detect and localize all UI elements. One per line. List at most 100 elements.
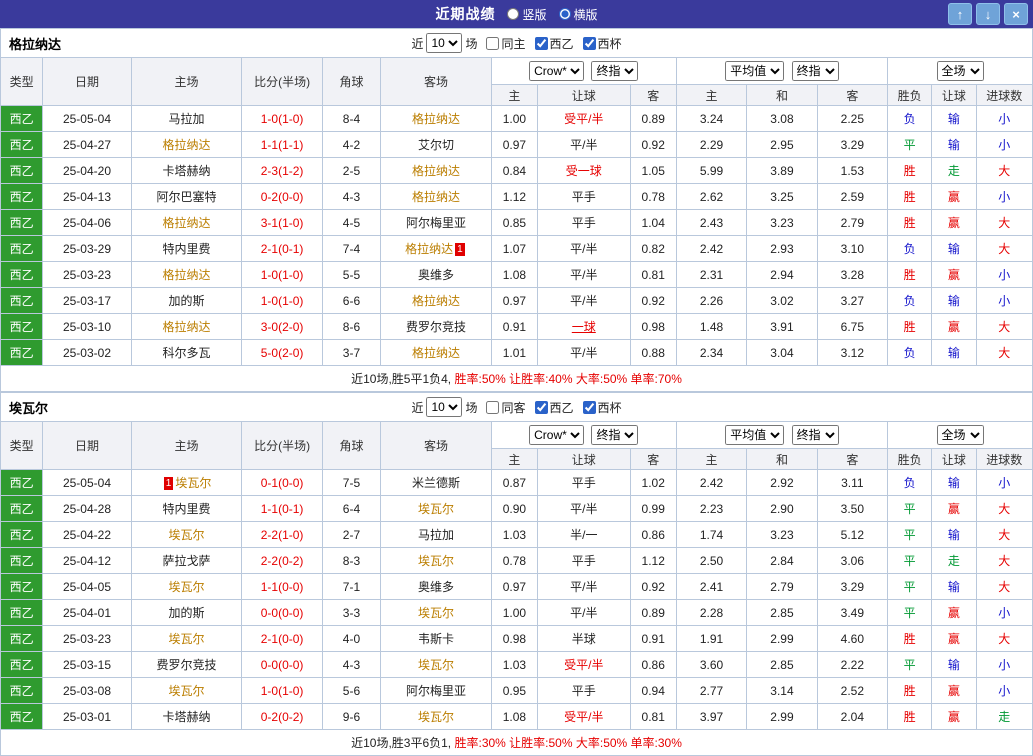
team-link[interactable]: 埃瓦尔 [418,710,454,724]
score-cell[interactable]: 1-0(1-0) [241,287,323,314]
score-cell[interactable]: 0-1(0-0) [241,469,323,496]
score-cell[interactable]: 5-0(2-0) [241,339,323,366]
score-cell[interactable]: 3-1(1-0) [241,209,323,236]
team-link[interactable]: 特内里费 [163,502,211,516]
team-link[interactable]: 埃瓦尔 [175,476,211,490]
team-link[interactable]: 埃瓦尔 [418,554,454,568]
team-link[interactable]: 格拉纳达 [163,216,211,230]
euro-time-select[interactable]: 终指 [791,61,839,81]
league-input[interactable] [534,400,548,414]
team-link[interactable]: 埃瓦尔 [169,528,205,542]
scope-select[interactable]: 全场 [936,425,984,445]
team-link[interactable]: 埃瓦尔 [169,632,205,646]
team-link[interactable]: 埃瓦尔 [169,684,205,698]
recent-count-select[interactable]: 10 [426,397,463,417]
cup-checkbox[interactable]: 西杯 [582,399,622,416]
team-link[interactable]: 格拉纳达 [163,138,211,152]
score-cell[interactable]: 1-0(1-0) [241,105,323,132]
euro-away-odds: 2.79 [816,209,889,236]
score-cell[interactable]: 2-1(0-0) [241,625,323,652]
layout-horizontal-option[interactable]: 横版 [558,6,598,23]
team-link[interactable]: 米兰德斯 [412,476,460,490]
home-team-cell: 加的斯 [130,599,243,626]
move-up-button[interactable]: ↑ [948,3,972,25]
team-link[interactable]: 特内里费 [163,242,211,256]
team-link[interactable]: 费罗尔竞技 [157,658,217,672]
team-link[interactable]: 卡塔赫纳 [163,164,211,178]
team-link[interactable]: 格拉纳达 [163,268,211,282]
team-link[interactable]: 格拉纳达 [412,294,460,308]
score-cell[interactable]: 2-1(0-1) [241,235,323,262]
corner-cell: 2-7 [321,521,382,548]
team-link[interactable]: 埃瓦尔 [418,606,454,620]
cup-input[interactable] [582,400,596,414]
euro-home-odds: 3.24 [675,105,748,132]
score-cell[interactable]: 0-0(0-0) [241,599,323,626]
league-checkbox[interactable]: 西乙 [534,35,574,52]
team-link[interactable]: 科尔多瓦 [163,346,211,360]
team-link[interactable]: 格拉纳达 [412,346,460,360]
team-link[interactable]: 格拉纳达 [163,320,211,334]
score-cell[interactable]: 2-2(0-2) [241,547,323,574]
same-venue-checkbox[interactable]: 同主 [486,35,526,52]
team-link[interactable]: 艾尔切 [418,138,454,152]
team-link[interactable]: 马拉加 [418,528,454,542]
score-cell[interactable]: 0-2(0-2) [241,703,323,730]
team-link[interactable]: 格拉纳达 [405,242,453,256]
euro-avg-select[interactable]: 平均值 [725,61,785,81]
move-down-button[interactable]: ↓ [976,3,1000,25]
score-cell[interactable]: 1-0(1-0) [241,677,323,704]
goals-result-cell: 小 [975,599,1033,626]
team-link[interactable]: 萨拉戈萨 [163,554,211,568]
close-button[interactable]: × [1004,3,1028,25]
same-venue-input[interactable] [486,36,500,50]
bookmaker-select[interactable]: Crow* [529,61,585,81]
team-link[interactable]: 费罗尔竞技 [406,320,466,334]
team-link[interactable]: 埃瓦尔 [169,580,205,594]
ah-away-odds: 0.86 [629,651,677,678]
team-link[interactable]: 格拉纳达 [412,112,460,126]
team-link[interactable]: 加的斯 [169,606,205,620]
team-link[interactable]: 韦斯卡 [418,632,454,646]
layout-vertical-radio[interactable] [507,8,520,20]
team-link[interactable]: 埃瓦尔 [418,502,454,516]
euro-avg-select[interactable]: 平均值 [725,425,785,445]
team-link[interactable]: 奥维多 [418,580,454,594]
cup-checkbox[interactable]: 西杯 [582,35,622,52]
layout-horizontal-radio[interactable] [558,8,571,20]
layout-vertical-option[interactable]: 竖版 [507,6,547,23]
same-venue-input[interactable] [486,400,500,414]
team-link[interactable]: 阿尔梅里亚 [406,684,466,698]
team-link[interactable]: 奥维多 [418,268,454,282]
goals-result-cell: 小 [975,131,1033,158]
score-cell[interactable]: 1-1(1-1) [241,131,323,158]
team-link[interactable]: 埃瓦尔 [418,658,454,672]
same-venue-checkbox[interactable]: 同客 [486,399,526,416]
score-cell[interactable]: 0-2(0-0) [241,183,323,210]
scope-select[interactable]: 全场 [936,61,984,81]
score-cell[interactable]: 1-1(0-1) [241,495,323,522]
cup-input[interactable] [582,36,596,50]
score-cell[interactable]: 1-0(1-0) [241,261,323,288]
recent-count-select[interactable]: 10 [426,33,463,53]
score-cell[interactable]: 2-3(1-2) [241,157,323,184]
score-cell[interactable]: 1-1(0-0) [241,573,323,600]
odds-time-select[interactable]: 终指 [591,61,639,81]
team-link[interactable]: 阿尔梅里亚 [406,216,466,230]
home-team-cell: 埃瓦尔 [130,677,243,704]
bookmaker-select[interactable]: Crow* [529,425,585,445]
team-link[interactable]: 阿尔巴塞特 [157,190,217,204]
team-link[interactable]: 马拉加 [169,112,205,126]
home-team-cell: 马拉加 [130,105,243,132]
euro-time-select[interactable]: 终指 [791,425,839,445]
team-link[interactable]: 卡塔赫纳 [163,710,211,724]
score-cell[interactable]: 0-0(0-0) [241,651,323,678]
team-link[interactable]: 加的斯 [169,294,205,308]
league-checkbox[interactable]: 西乙 [534,399,574,416]
score-cell[interactable]: 2-2(1-0) [241,521,323,548]
team-link[interactable]: 格拉纳达 [412,190,460,204]
score-cell[interactable]: 3-0(2-0) [241,313,323,340]
odds-time-select[interactable]: 终指 [591,425,639,445]
league-input[interactable] [534,36,548,50]
team-link[interactable]: 格拉纳达 [412,164,460,178]
